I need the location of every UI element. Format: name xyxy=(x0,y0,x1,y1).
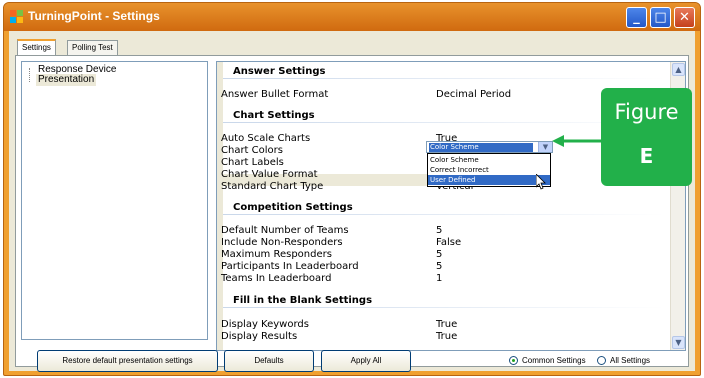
property-value[interactable]: 5 xyxy=(436,225,442,236)
defaults-button[interactable]: Defaults xyxy=(224,350,314,372)
property-name[interactable]: Auto Scale Charts xyxy=(221,133,310,144)
settings-window: TurningPoint - Settings _ □ ✕ Settings P… xyxy=(3,2,701,376)
figure-callout: Figure E xyxy=(601,88,692,186)
section-divider xyxy=(223,214,665,215)
tab-polling-test[interactable]: Polling Test xyxy=(67,40,118,55)
radio-label: All Settings xyxy=(610,356,651,365)
dropdown-toggle-button[interactable]: ▼ xyxy=(538,142,552,152)
dropdown-option[interactable]: Correct Incorrect xyxy=(428,165,550,175)
property-name[interactable]: Answer Bullet Format xyxy=(221,89,328,100)
restore-defaults-button[interactable]: Restore default presentation settings xyxy=(37,350,218,372)
section-header-answer: Answer Settings xyxy=(233,66,326,77)
section-header-fill-blank: Fill in the Blank Settings xyxy=(233,295,373,306)
apply-all-button[interactable]: Apply All xyxy=(321,350,411,372)
chart-colors-dropdown[interactable]: Color Scheme ▼ xyxy=(426,141,553,153)
radio-common-settings[interactable]: Common Settings xyxy=(509,354,586,368)
radio-checked-icon xyxy=(509,356,518,366)
section-divider xyxy=(223,122,665,123)
property-name[interactable]: Chart Value Format xyxy=(221,169,318,180)
radio-all-settings[interactable]: All Settings xyxy=(597,354,650,368)
property-value[interactable]: Decimal Period xyxy=(436,89,511,100)
property-name[interactable]: Teams In Leaderboard xyxy=(221,273,331,284)
property-name[interactable]: Default Number of Teams xyxy=(221,225,349,236)
settings-tree[interactable]: Response Device Presentation xyxy=(21,61,208,340)
property-name[interactable]: Display Results xyxy=(221,331,297,342)
chevron-down-icon: ▼ xyxy=(542,143,549,151)
mouse-cursor-icon xyxy=(536,174,546,190)
radio-label: Common Settings xyxy=(522,356,586,365)
chevron-down-icon: ▼ xyxy=(675,338,682,347)
tree-item-presentation[interactable]: Presentation xyxy=(36,74,97,86)
minimize-button[interactable]: _ xyxy=(626,7,647,28)
property-name[interactable]: Participants In Leaderboard xyxy=(221,261,359,272)
dropdown-option[interactable]: Color Scheme xyxy=(428,155,550,165)
property-value[interactable]: 5 xyxy=(436,261,442,272)
client-area: Settings Polling Test Response Device Pr… xyxy=(9,31,695,372)
maximize-icon: □ xyxy=(654,10,667,25)
property-value[interactable]: 1 xyxy=(436,273,442,284)
property-name[interactable]: Chart Labels xyxy=(221,157,284,168)
minimize-icon: _ xyxy=(633,10,640,25)
property-name-chart-colors[interactable]: Chart Colors xyxy=(221,145,283,156)
section-header-chart: Chart Settings xyxy=(233,110,315,121)
window-title: TurningPoint - Settings xyxy=(28,9,160,23)
dropdown-options-list[interactable]: Color Scheme Correct Incorrect User Defi… xyxy=(427,153,551,187)
dropdown-option-highlighted[interactable]: User Defined xyxy=(428,175,550,185)
scroll-down-button[interactable]: ▼ xyxy=(672,336,685,349)
tree-connector xyxy=(29,68,30,82)
property-value[interactable]: 5 xyxy=(436,249,442,260)
title-bar[interactable]: TurningPoint - Settings _ □ ✕ xyxy=(4,3,700,31)
close-button[interactable]: ✕ xyxy=(674,7,695,28)
callout-letter: E xyxy=(639,144,654,168)
section-header-competition: Competition Settings xyxy=(233,202,353,213)
chevron-up-icon: ▲ xyxy=(675,65,682,74)
dropdown-selected-value: Color Scheme xyxy=(429,143,533,152)
scroll-up-button[interactable]: ▲ xyxy=(672,63,685,76)
property-name[interactable]: Display Keywords xyxy=(221,319,309,330)
tab-settings[interactable]: Settings xyxy=(17,39,56,56)
section-divider xyxy=(223,78,665,79)
property-value[interactable]: True xyxy=(436,319,457,330)
close-icon: ✕ xyxy=(679,10,690,25)
turningpoint-logo-icon xyxy=(10,10,24,24)
property-name[interactable]: Maximum Responders xyxy=(221,249,332,260)
property-value[interactable]: True xyxy=(436,331,457,342)
section-divider xyxy=(223,307,665,308)
property-value[interactable]: False xyxy=(436,237,461,248)
property-name[interactable]: Standard Chart Type xyxy=(221,181,323,192)
radio-unchecked-icon xyxy=(597,356,606,366)
property-name[interactable]: Include Non-Responders xyxy=(221,237,343,248)
maximize-button[interactable]: □ xyxy=(650,7,671,28)
callout-text: Figure xyxy=(614,100,679,124)
